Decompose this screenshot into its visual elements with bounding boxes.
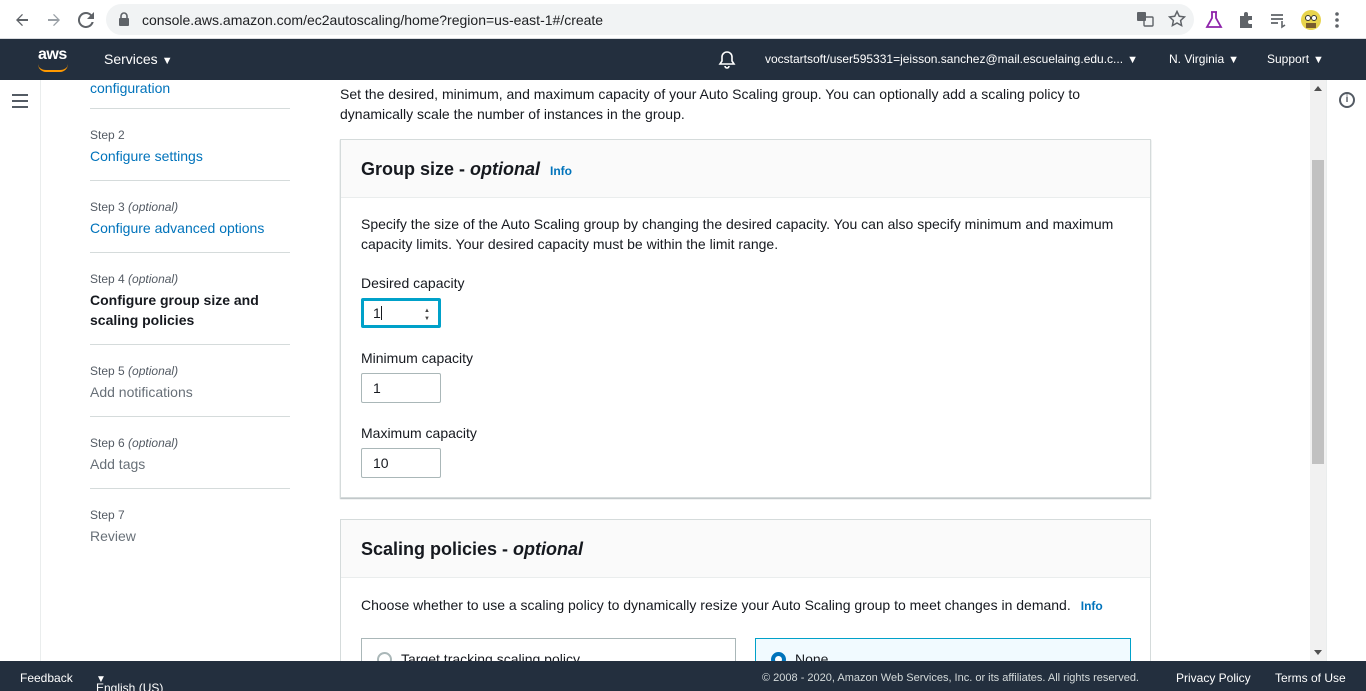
number-spinner-icon[interactable]: ▲ ▼: [424, 307, 430, 323]
copyright-text: © 2008 - 2020, Amazon Web Services, Inc.…: [762, 672, 1139, 684]
divider: [90, 416, 290, 417]
flask-extension-icon[interactable]: [1204, 10, 1224, 35]
step-3[interactable]: Step 3 (optional) Configure advanced opt…: [90, 200, 290, 238]
desired-capacity-input[interactable]: 1 ▲ ▼: [361, 298, 441, 328]
step-title[interactable]: Configure advanced options: [90, 218, 290, 238]
scaling-policies-description: Choose whether to use a scaling policy t…: [361, 597, 1103, 613]
support-menu[interactable]: Support ▼: [1267, 52, 1324, 66]
step-title: Add tags: [90, 456, 146, 472]
translate-icon[interactable]: [1136, 10, 1154, 33]
step-number: Step 5 (optional): [90, 364, 179, 378]
side-nav-strip: [0, 80, 41, 661]
step-6: Step 6 (optional) Add tags: [90, 436, 290, 474]
group-size-panel: Group size - optional Info Specify the si…: [340, 139, 1151, 498]
feedback-link[interactable]: Feedback: [20, 671, 73, 685]
divider: [90, 488, 290, 489]
page-scrollbar[interactable]: [1310, 80, 1326, 661]
panel-header: Scaling policies - optional: [341, 520, 1150, 578]
scroll-up-arrow-icon[interactable]: [1314, 86, 1322, 91]
step-7: Step 7 Review: [90, 508, 290, 546]
terms-of-use-link[interactable]: Terms of Use: [1275, 671, 1346, 685]
caret-down-icon: ▼: [1228, 54, 1240, 66]
browser-toolbar: console.aws.amazon.com/ec2autoscaling/ho…: [0, 0, 1366, 39]
step-title: Review: [90, 528, 136, 544]
maximum-capacity-input[interactable]: 10: [361, 448, 441, 478]
step-title[interactable]: Configure settings: [90, 146, 290, 166]
info-circle-icon[interactable]: i: [1339, 92, 1355, 108]
group-size-description: Specify the size of the Auto Scaling gro…: [361, 216, 1114, 252]
lock-icon: [118, 12, 130, 31]
panel-header: Group size - optional Info: [341, 140, 1150, 198]
step-1[interactable]: configuration: [90, 74, 290, 98]
reload-icon[interactable]: [74, 8, 98, 32]
step-5: Step 5 (optional) Add notifications: [90, 364, 290, 402]
step-number: Step 3 (optional): [90, 200, 179, 214]
step-number: Step 4 (optional): [90, 272, 179, 286]
desired-capacity-label: Desired capacity: [361, 275, 465, 291]
profile-avatar-icon[interactable]: [1300, 9, 1322, 36]
bookmark-star-icon[interactable]: [1167, 9, 1187, 33]
back-icon[interactable]: [10, 8, 34, 32]
help-panel-strip: i: [1326, 80, 1366, 661]
divider: [90, 108, 290, 109]
scroll-thumb[interactable]: [1312, 160, 1324, 464]
notifications-bell-icon[interactable]: [717, 50, 737, 73]
forward-icon[interactable]: [42, 8, 66, 32]
account-menu[interactable]: vocstartsoft/user595331=jeisson.sanchez@…: [765, 52, 1138, 66]
services-menu[interactable]: Services ▼: [104, 51, 173, 67]
address-bar[interactable]: console.aws.amazon.com/ec2autoscaling/ho…: [106, 4, 1194, 35]
maximum-capacity-label: Maximum capacity: [361, 425, 477, 441]
language-selector[interactable]: English (US) ▼: [96, 671, 163, 691]
divider: [90, 180, 290, 181]
info-link[interactable]: Info: [550, 164, 572, 178]
region-menu[interactable]: N. Virginia ▼: [1169, 52, 1239, 66]
step-2[interactable]: Step 2 Configure settings: [90, 128, 290, 166]
browser-menu-icon[interactable]: [1334, 11, 1340, 34]
privacy-policy-link[interactable]: Privacy Policy: [1176, 671, 1251, 685]
panel-title: Scaling policies - optional: [361, 539, 584, 559]
step-number: Step 2: [90, 128, 125, 142]
step-title: Add notifications: [90, 384, 193, 400]
step-title: Configure group size and scaling policie…: [90, 292, 259, 328]
step-title[interactable]: configuration: [90, 78, 290, 98]
url-text: console.aws.amazon.com/ec2autoscaling/ho…: [142, 12, 604, 28]
caret-down-icon: ▼: [161, 55, 173, 67]
minimum-capacity-label: Minimum capacity: [361, 350, 474, 366]
step-4: Step 4 (optional) Configure group size a…: [90, 272, 290, 330]
extensions-puzzle-icon[interactable]: [1236, 10, 1256, 35]
hamburger-menu-icon[interactable]: [12, 94, 28, 112]
caret-down-icon: ▼: [1127, 54, 1138, 66]
panel-title: Group size - optional Info: [361, 159, 573, 179]
reading-list-icon[interactable]: [1268, 10, 1288, 35]
caret-down-icon: ▼: [1313, 54, 1324, 66]
divider: [90, 252, 290, 253]
scaling-policies-panel: Scaling policies - optional Choose wheth…: [340, 519, 1151, 668]
minimum-capacity-input[interactable]: 1: [361, 373, 441, 403]
step-number: Step 6 (optional): [90, 436, 179, 450]
page-intro-text: Set the desired, minimum, and maximum ca…: [340, 86, 1081, 122]
step-number: Step 7: [90, 508, 125, 522]
console-footer: Feedback English (US) ▼ © 2008 - 2020, A…: [0, 661, 1366, 691]
scroll-down-arrow-icon[interactable]: [1314, 650, 1322, 655]
aws-logo[interactable]: aws: [36, 45, 72, 73]
divider: [90, 344, 290, 345]
info-link[interactable]: Info: [1081, 599, 1103, 613]
